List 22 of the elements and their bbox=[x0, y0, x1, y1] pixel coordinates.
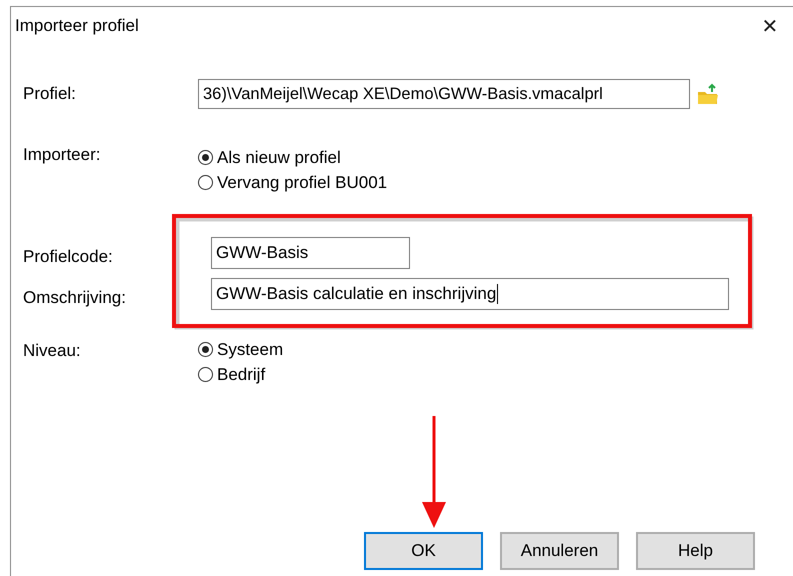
radio-label[interactable]: Als nieuw profiel bbox=[217, 148, 341, 168]
radio-button[interactable] bbox=[198, 150, 213, 165]
input-field[interactable]: GWW-Basis calculatie en inschrijving bbox=[211, 278, 729, 310]
window-title: Importeer profiel bbox=[15, 16, 139, 36]
dialog-button[interactable]: Annuleren bbox=[500, 532, 619, 570]
close-button[interactable]: ✕ bbox=[755, 14, 785, 38]
radio-button[interactable] bbox=[198, 175, 213, 190]
radio-label[interactable]: Systeem bbox=[217, 340, 284, 360]
radio-button[interactable] bbox=[198, 367, 213, 382]
input-field[interactable]: GWW-Basis bbox=[211, 237, 410, 269]
input-field[interactable]: 36)\VanMeijel\Wecap XE\Demo\GWW-Basis.vmacalprl bbox=[198, 79, 690, 109]
radio-button[interactable] bbox=[198, 342, 213, 357]
field-label: Importeer: bbox=[23, 145, 102, 165]
folder-icon[interactable] bbox=[697, 83, 719, 105]
radio-label[interactable]: Vervang profiel BU001 bbox=[217, 172, 388, 192]
field-label: Profielcode: bbox=[23, 247, 114, 268]
ok-button[interactable]: OK bbox=[364, 532, 483, 570]
field-label: Profiel: bbox=[23, 84, 77, 104]
radio-label[interactable]: Bedrijf bbox=[217, 364, 266, 384]
field-label: Omschrijving: bbox=[23, 288, 127, 309]
field-label: Niveau: bbox=[23, 340, 82, 361]
dialog-button[interactable]: Help bbox=[636, 532, 755, 570]
